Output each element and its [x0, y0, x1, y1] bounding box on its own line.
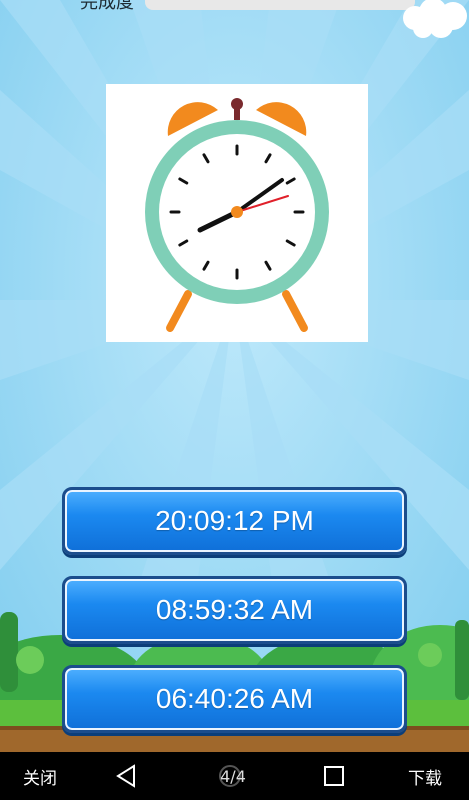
square-recent-icon [324, 766, 344, 786]
answer-option-label: 08:59:32 AM [155, 594, 314, 625]
close-button[interactable]: 关闭 [8, 752, 72, 800]
answer-option-1[interactable]: 20:09:12 PM [62, 487, 407, 555]
clock-image-card [106, 84, 368, 342]
cloud-icon [403, 0, 467, 38]
answer-option-label: 20:09:12 PM [155, 505, 314, 536]
progress-area: 完成度 [0, 0, 469, 38]
answer-option-3[interactable]: 06:40:26 AM [62, 665, 407, 733]
progress-label: 完成度 [80, 0, 134, 13]
bottom-navigation-bar: 关闭 4/4 下载 [0, 752, 469, 800]
recent-apps-button[interactable] [318, 752, 350, 800]
answer-option-2[interactable]: 08:59:32 AM [62, 576, 407, 644]
triangle-back-icon [116, 764, 135, 788]
answer-option-label: 06:40:26 AM [155, 683, 314, 714]
download-button[interactable]: 下载 [395, 752, 455, 800]
page-indicator: 4/4 [220, 766, 246, 786]
progress-bar-fill [145, 0, 415, 10]
progress-bar [145, 0, 415, 10]
back-button[interactable] [110, 752, 142, 800]
alarm-clock-icon [145, 98, 329, 332]
